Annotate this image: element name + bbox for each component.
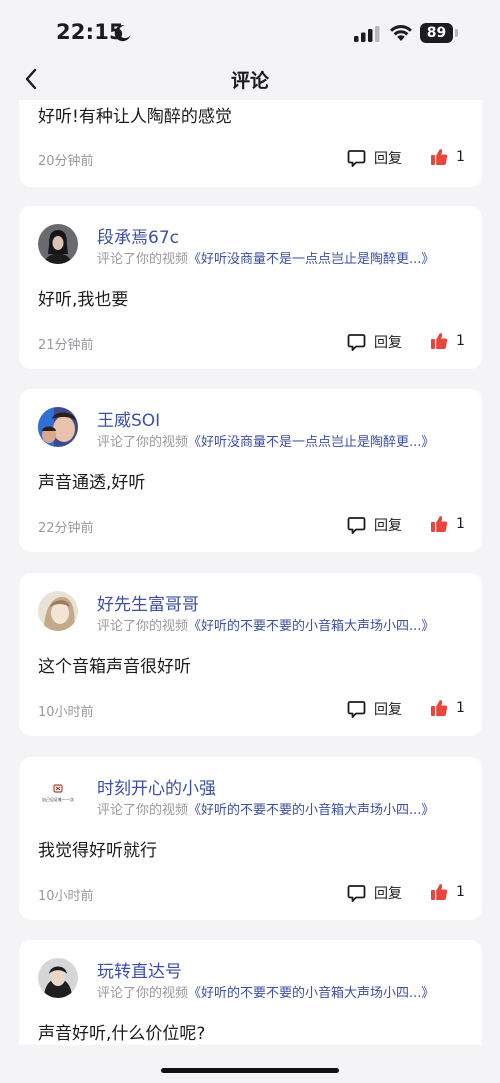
activity-text: 评论了你的视频 [97, 803, 189, 818]
reply-button[interactable]: 回复 [347, 699, 402, 719]
username[interactable]: 王威SOI [97, 406, 160, 431]
reply-button[interactable]: 回复 [347, 332, 402, 352]
like-button[interactable]: 1 [430, 699, 465, 717]
activity-line: 评论了你的视频《好听没商量不是一点点岂止是陶醉更...》 [97, 248, 434, 267]
comment-text: 好听!有种让人陶醉的感觉 [38, 107, 232, 127]
thumbs-up-icon [431, 516, 448, 533]
like-count: 1 [456, 516, 465, 532]
comment-card[interactable]: 好听!有种让人陶醉的感觉 20分钟前 回复 1 [19, 100, 482, 187]
comment-time: 22分钟前 [38, 521, 94, 536]
comment-time: 10小时前 [38, 889, 94, 904]
comment-time: 21分钟前 [38, 338, 94, 353]
reply-label: 回复 [374, 518, 402, 534]
activity-text: 评论了你的视频 [97, 435, 189, 450]
comment-text: 我觉得好听就行 [38, 841, 157, 861]
video-title-link[interactable]: 《好听的不要不要的小音箱大声场小四...》 [188, 803, 434, 818]
activity-line: 评论了你的视频《好听的不要不要的小音箱大声场小四...》 [97, 982, 434, 1001]
signal-icon [354, 26, 380, 42]
thumbs-up-icon [431, 149, 448, 166]
comment-text: 声音好听,什么价位呢? [38, 1024, 206, 1044]
video-title-link[interactable]: 《好听的不要不要的小音箱大声场小四...》 [188, 619, 434, 634]
avatar[interactable] [38, 224, 78, 264]
thumbs-up-icon [431, 884, 448, 901]
reply-button[interactable]: 回复 [347, 883, 402, 903]
comment-text: 这个音箱声音很好听 [38, 657, 191, 677]
avatar[interactable]: 自己见证唯一一次 [38, 775, 78, 815]
username[interactable]: 时刻开心的小强 [97, 774, 216, 799]
like-button[interactable]: 1 [430, 515, 465, 533]
comment-bubble-icon [347, 516, 366, 534]
thumbs-up-icon [431, 333, 448, 350]
moon-icon [114, 25, 131, 42]
comment-card[interactable]: 段承焉67c 评论了你的视频《好听没商量不是一点点岂止是陶醉更...》 好听,我… [19, 206, 482, 369]
wifi-icon [390, 25, 412, 41]
comment-list[interactable]: 好听!有种让人陶醉的感觉 20分钟前 回复 1 段承焉67c 评论了你的视频《好… [0, 100, 500, 1045]
avatar[interactable] [38, 591, 78, 631]
comment-bubble-icon [347, 884, 366, 902]
activity-line: 评论了你的视频《好听的不要不要的小音箱大声场小四...》 [97, 799, 434, 818]
reply-label: 回复 [374, 702, 402, 718]
activity-text: 评论了你的视频 [97, 619, 189, 634]
activity-line: 评论了你的视频《好听没商量不是一点点岂止是陶醉更...》 [97, 431, 434, 450]
video-title-link[interactable]: 《好听没商量不是一点点岂止是陶醉更...》 [188, 435, 434, 450]
video-title-link[interactable]: 《好听没商量不是一点点岂止是陶醉更...》 [188, 252, 434, 267]
comment-bubble-icon [347, 149, 366, 167]
avatar[interactable] [38, 407, 78, 447]
comment-card[interactable]: 玩转直达号 评论了你的视频《好听的不要不要的小音箱大声场小四...》 声音好听,… [19, 940, 482, 1045]
like-count: 1 [456, 333, 465, 349]
comment-card[interactable]: 自己见证唯一一次 时刻开心的小强 评论了你的视频《好听的不要不要的小音箱大声场小… [19, 757, 482, 920]
comment-time: 10小时前 [38, 705, 94, 720]
like-count: 1 [456, 884, 465, 900]
thumbs-up-icon [431, 700, 448, 717]
comment-text: 好听,我也要 [38, 290, 129, 310]
like-count: 1 [456, 700, 465, 716]
reply-button[interactable]: 回复 [347, 148, 402, 168]
comment-text: 声音通透,好听 [38, 473, 146, 493]
like-button[interactable]: 1 [430, 883, 465, 901]
like-button[interactable]: 1 [430, 148, 465, 166]
nav-bar: 评论 [0, 58, 500, 100]
avatar-text: 自己见证唯一一次 [42, 797, 74, 802]
like-button[interactable]: 1 [430, 332, 465, 350]
reply-button[interactable]: 回复 [347, 515, 402, 535]
like-count: 1 [456, 149, 465, 165]
activity-text: 评论了你的视频 [97, 252, 189, 267]
comment-card[interactable]: 王威SOI 评论了你的视频《好听没商量不是一点点岂止是陶醉更...》 声音通透,… [19, 389, 482, 552]
battery-level: 89 [420, 23, 453, 43]
reply-label: 回复 [374, 151, 402, 167]
comment-bubble-icon [347, 700, 366, 718]
username[interactable]: 好先生富哥哥 [97, 590, 199, 615]
status-bar: 22:15 89 [0, 0, 500, 58]
activity-text: 评论了你的视频 [97, 986, 189, 1001]
reply-label: 回复 [374, 335, 402, 351]
activity-line: 评论了你的视频《好听的不要不要的小音箱大声场小四...》 [97, 615, 434, 634]
comment-time: 20分钟前 [38, 154, 94, 169]
page-title: 评论 [230, 70, 269, 92]
reply-label: 回复 [374, 886, 402, 902]
home-indicator[interactable] [161, 1068, 339, 1073]
username[interactable]: 玩转直达号 [97, 957, 182, 982]
video-title-link[interactable]: 《好听的不要不要的小音箱大声场小四...》 [188, 986, 434, 1001]
battery-icon: 89 [420, 23, 458, 43]
username[interactable]: 段承焉67c [97, 223, 179, 248]
comment-bubble-icon [347, 333, 366, 351]
comment-card[interactable]: 好先生富哥哥 评论了你的视频《好听的不要不要的小音箱大声场小四...》 这个音箱… [19, 573, 482, 736]
avatar[interactable] [38, 958, 78, 998]
